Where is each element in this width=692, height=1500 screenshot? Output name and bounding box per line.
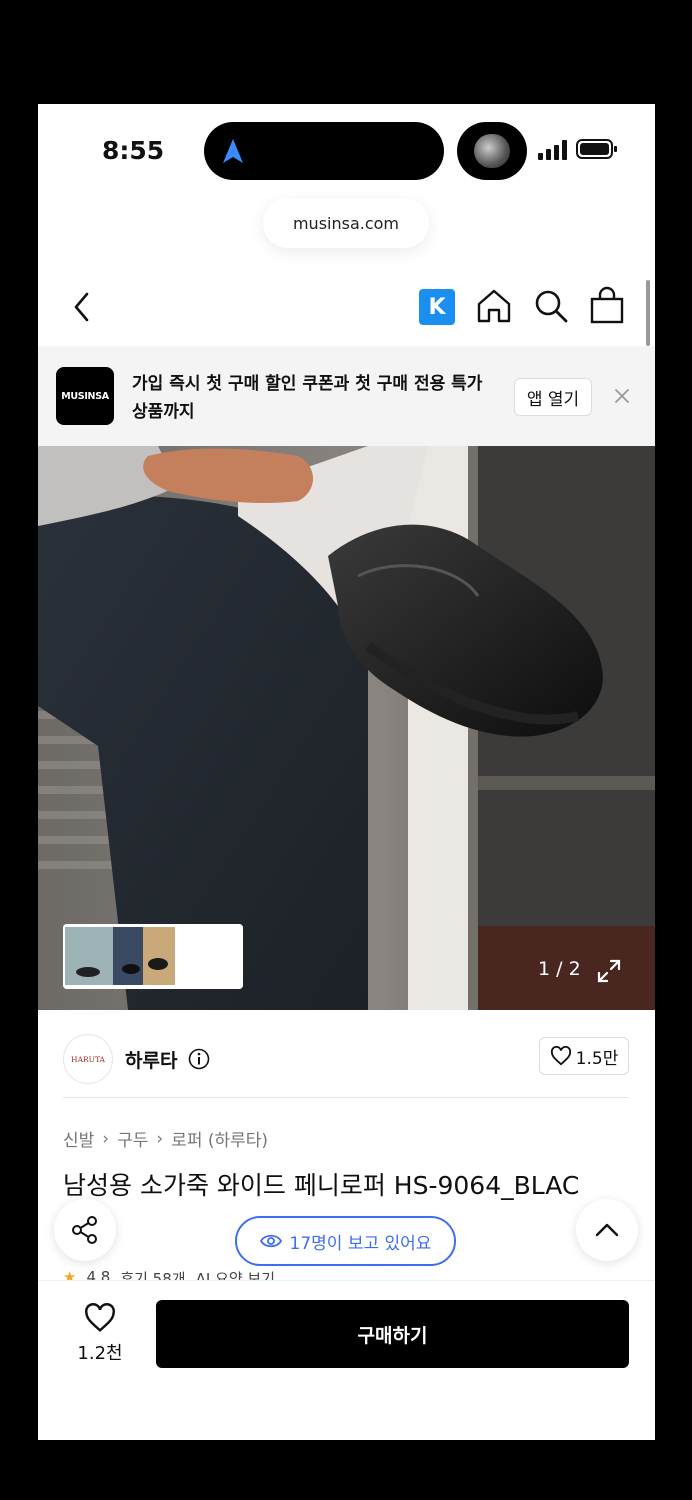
divider [63, 1097, 629, 1098]
open-app-button[interactable]: 앱 열기 [514, 378, 592, 416]
banner-text: 가입 즉시 첫 구매 할인 쿠폰과 첫 구매 전용 특가 상품까지 [132, 374, 483, 422]
navigation-arrow-icon [223, 139, 243, 163]
expand-icon[interactable] [596, 958, 622, 984]
heart-icon [85, 1303, 115, 1332]
brand-name[interactable]: 하루타 [125, 1046, 177, 1073]
scroll-top-button[interactable] [576, 1199, 638, 1261]
breadcrumb: 신발 › 구두 › 로퍼 (하루타) [63, 1126, 268, 1152]
eye-icon [259, 1234, 282, 1248]
wishlist-count: 1.2천 [77, 1343, 123, 1364]
signal-icon [538, 140, 567, 160]
chevron-right-icon: › [102, 1128, 110, 1149]
bag-icon[interactable] [589, 286, 625, 324]
share-button[interactable] [54, 1199, 116, 1261]
back-icon[interactable] [68, 290, 96, 324]
dynamic-island[interactable] [204, 122, 444, 180]
chevron-up-icon [595, 1223, 619, 1237]
wishlist-button[interactable]: 1.2천 [68, 1303, 132, 1365]
status-time: 8:55 [102, 136, 165, 165]
media-island[interactable] [457, 122, 527, 180]
product-title: 남성용 소가죽 와이드 페니로퍼 HS-9064_BLAC [63, 1171, 580, 1200]
status-bar: 8:55 [38, 104, 655, 199]
product-image-gallery[interactable]: 1 / 2 [38, 446, 655, 1010]
viewers-badge: 17명이 보고 있어요 [235, 1216, 456, 1266]
home-icon[interactable] [475, 287, 513, 325]
k-icon[interactable]: K [419, 289, 455, 325]
battery-icon [576, 139, 617, 159]
brand-like-button[interactable]: 1.5만 [539, 1037, 629, 1075]
top-nav: K [38, 272, 655, 342]
page-scrollbar[interactable] [646, 280, 650, 346]
video-thumbnail-strip[interactable] [63, 924, 243, 989]
chevron-right-icon: › [156, 1128, 164, 1149]
breadcrumb-item[interactable]: 신발 [63, 1126, 94, 1151]
brand-row: HARUTA 하루타 1.5만 [38, 1010, 655, 1100]
app-install-banner: MUSINSA 가입 즉시 첫 구매 할인 쿠폰과 첫 구매 전용 특가 상품까… [38, 346, 655, 446]
search-icon[interactable] [532, 287, 570, 325]
close-icon[interactable] [612, 386, 632, 406]
info-icon[interactable] [188, 1048, 210, 1070]
breadcrumb-item[interactable]: 로퍼 (하루타) [171, 1126, 268, 1151]
share-icon [72, 1216, 97, 1244]
bottom-bar: 1.2천 구매하기 [38, 1280, 655, 1440]
heart-icon [550, 1046, 571, 1066]
phone-screen: 8:55 musinsa.com K MUSINSA 가입 즉시 첫 구매 할인… [38, 104, 655, 1440]
breadcrumb-item[interactable]: 구두 [117, 1126, 148, 1151]
brand-logo[interactable]: HARUTA [63, 1034, 113, 1084]
viewers-text: 17명이 보고 있어요 [289, 1233, 432, 1254]
brand-like-count: 1.5만 [575, 1048, 619, 1069]
url-bar[interactable]: musinsa.com [263, 198, 429, 248]
media-thumbnail [474, 134, 510, 168]
image-counter: 1 / 2 [538, 958, 581, 980]
buy-button[interactable]: 구매하기 [156, 1300, 629, 1368]
musinsa-logo: MUSINSA [56, 367, 114, 425]
